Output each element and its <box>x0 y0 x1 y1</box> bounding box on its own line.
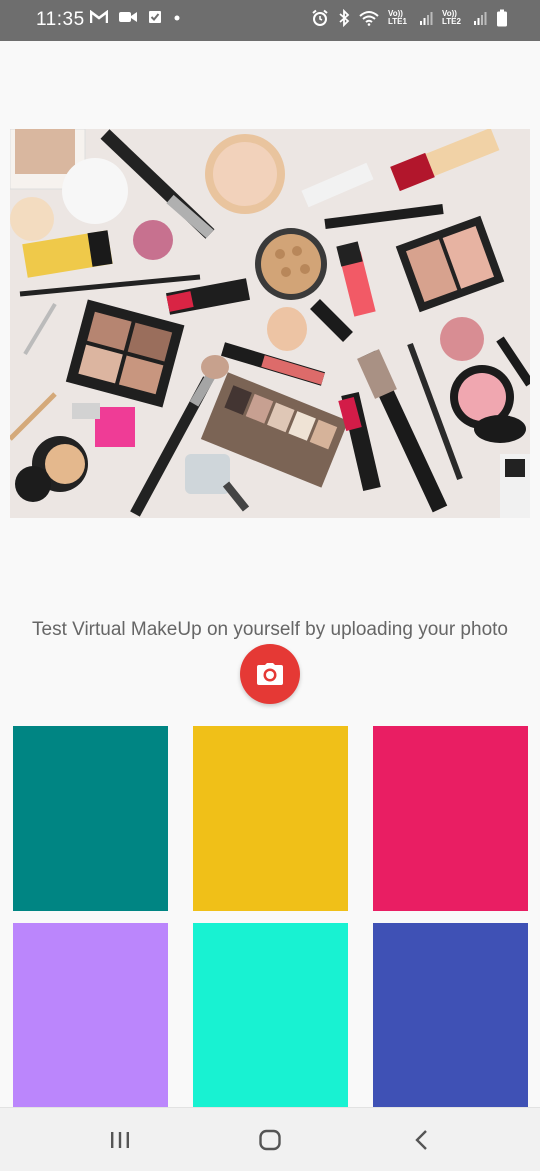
recent-apps-button[interactable] <box>100 1126 140 1154</box>
recent-apps-icon <box>111 1132 129 1148</box>
wifi-icon <box>359 10 379 26</box>
makeup-products-image <box>10 129 530 518</box>
camera-icon <box>257 663 283 685</box>
status-bar: 11:35 Vo)) LTE1 Vo)) LTE2 <box>0 0 540 41</box>
gmail-icon <box>90 10 108 24</box>
camera-button[interactable] <box>240 644 300 704</box>
color-swatch-yellow[interactable] <box>193 726 348 911</box>
battery-icon <box>496 9 508 27</box>
color-swatch-aqua[interactable] <box>193 923 348 1108</box>
bluetooth-icon <box>338 9 350 27</box>
color-swatch-pink[interactable] <box>373 726 528 911</box>
signal-icon <box>473 11 487 25</box>
upload-instruction-text: Test Virtual MakeUp on yourself by uploa… <box>32 619 508 640</box>
lte1-label: Vo)) LTE1 <box>388 9 407 26</box>
navigation-bar <box>0 1107 540 1171</box>
dot-icon <box>172 10 182 24</box>
color-swatch-indigo[interactable] <box>373 923 528 1108</box>
video-icon <box>118 10 138 24</box>
color-swatch-teal[interactable] <box>13 726 168 911</box>
back-icon <box>415 1130 427 1150</box>
lte2-label: Vo)) LTE2 <box>442 9 461 26</box>
back-button[interactable] <box>402 1126 442 1154</box>
home-button[interactable] <box>250 1126 290 1154</box>
home-icon <box>259 1129 281 1151</box>
color-swatch-lavender[interactable] <box>13 923 168 1108</box>
status-time: 11:35 <box>36 9 85 30</box>
alarm-icon <box>311 9 329 27</box>
signal-icon <box>419 11 433 25</box>
checkbox-icon <box>148 10 162 24</box>
